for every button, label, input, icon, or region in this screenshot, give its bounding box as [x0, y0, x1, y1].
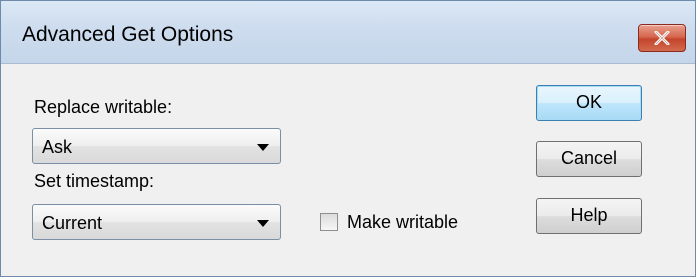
- ok-button[interactable]: OK: [536, 85, 642, 121]
- close-button[interactable]: [638, 24, 686, 52]
- help-button[interactable]: Help: [536, 198, 642, 234]
- chevron-down-icon: [257, 144, 269, 151]
- make-writable-label[interactable]: Make writable: [347, 212, 458, 233]
- set-timestamp-label: Set timestamp:: [34, 171, 155, 191]
- replace-writable-label: Replace writable:: [34, 97, 173, 117]
- set-timestamp-value: Current: [42, 213, 103, 233]
- cancel-button[interactable]: Cancel: [536, 141, 642, 177]
- close-icon: [654, 31, 670, 45]
- advanced-get-options-dialog: Advanced Get Options Replace writable: A…: [0, 0, 696, 277]
- replace-writable-dropdown[interactable]: Ask: [32, 128, 281, 164]
- window-title: Advanced Get Options: [22, 23, 234, 46]
- title-bar[interactable]: Advanced Get Options: [1, 1, 695, 64]
- chevron-down-icon: [257, 220, 269, 227]
- make-writable-checkbox[interactable]: [320, 213, 338, 231]
- replace-writable-value: Ask: [42, 137, 73, 157]
- set-timestamp-dropdown[interactable]: Current: [32, 204, 281, 240]
